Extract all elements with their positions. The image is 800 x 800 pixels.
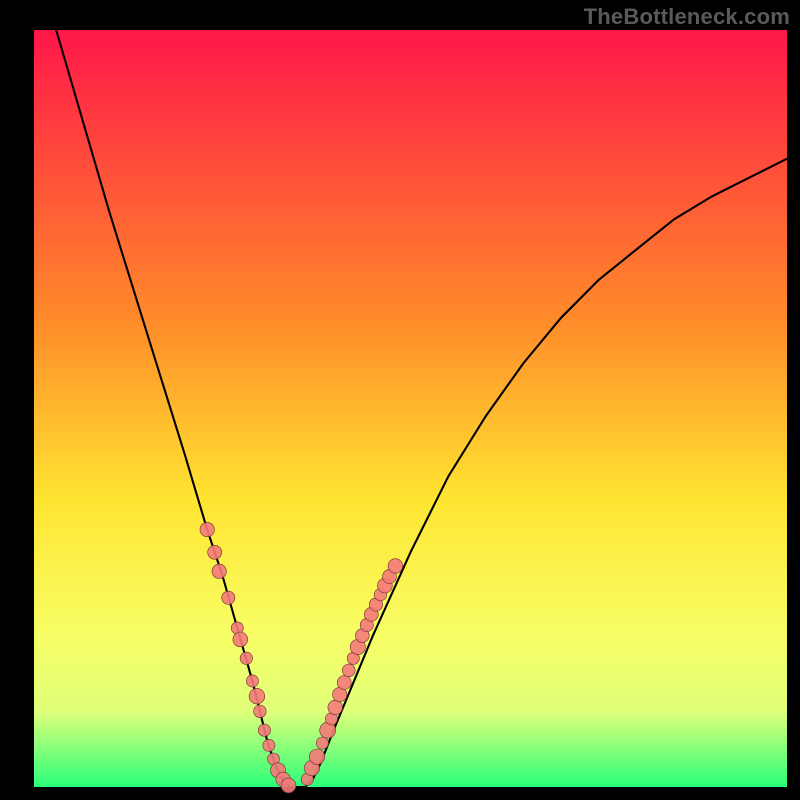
data-marker bbox=[246, 675, 258, 687]
data-marker bbox=[388, 559, 403, 574]
data-marker bbox=[281, 778, 296, 793]
data-marker bbox=[233, 632, 248, 647]
data-marker bbox=[309, 749, 324, 764]
data-marker bbox=[316, 737, 328, 749]
data-marker bbox=[254, 705, 267, 718]
data-marker bbox=[212, 564, 226, 578]
watermark-text: TheBottleneck.com bbox=[584, 4, 790, 30]
data-marker bbox=[200, 522, 214, 536]
data-marker bbox=[249, 688, 265, 704]
bottleneck-chart bbox=[0, 0, 800, 800]
data-marker bbox=[240, 652, 252, 664]
data-marker bbox=[337, 676, 351, 690]
data-marker bbox=[342, 664, 355, 677]
data-marker bbox=[258, 724, 270, 736]
data-marker bbox=[263, 739, 275, 751]
plot-area bbox=[34, 30, 787, 787]
data-marker bbox=[208, 545, 222, 559]
data-marker bbox=[328, 700, 343, 715]
chart-container: { "watermark": "TheBottleneck.com", "col… bbox=[0, 0, 800, 800]
data-marker bbox=[222, 591, 235, 604]
